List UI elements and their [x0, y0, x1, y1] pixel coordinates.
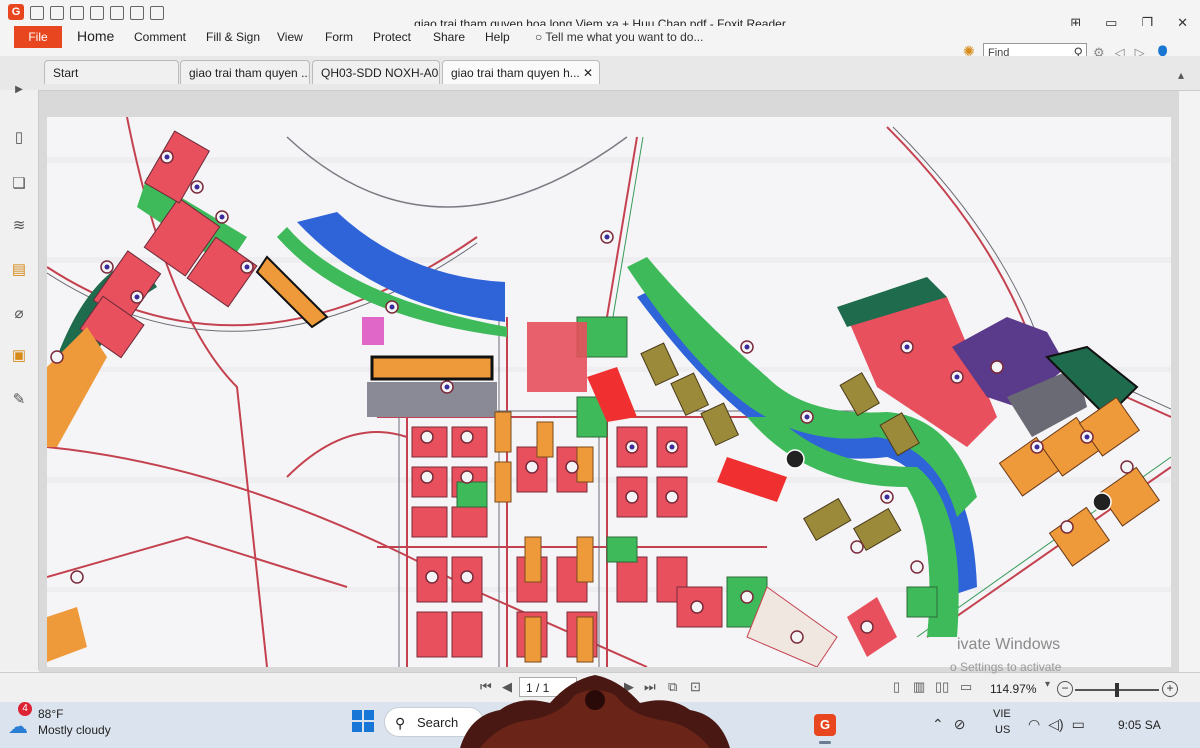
- single-page-view-icon[interactable]: ▯: [893, 679, 900, 695]
- highlight-marker-east: [1092, 492, 1112, 512]
- tab-label: QH03-SDD NOXH-A0-f...: [321, 66, 439, 80]
- tab-doc-2[interactable]: QH03-SDD NOXH-A0-f...: [312, 60, 440, 84]
- tab-doc-3[interactable]: giao trai tham quyen h... ✕: [442, 60, 600, 84]
- search-icon: ⚲: [395, 715, 406, 731]
- search-label: Search: [417, 715, 459, 730]
- collapse-ribbon-icon[interactable]: ▴: [1178, 68, 1184, 82]
- grey-plot: [367, 382, 497, 417]
- zoom-level[interactable]: 114.97%: [990, 682, 1036, 696]
- tab-start[interactable]: Start: [44, 60, 179, 84]
- pdf-page[interactable]: [47, 117, 1171, 667]
- lightbulb-icon: ○: [535, 30, 546, 44]
- tray-icons: ◠ ◁) ▭: [1028, 716, 1085, 733]
- tab-label: giao trai tham quyen ...: [189, 66, 310, 80]
- zoom-dropdown-icon[interactable]: ▾: [1045, 679, 1050, 690]
- pink-mixed: [527, 322, 587, 392]
- facing-view-icon[interactable]: ▯▯: [935, 679, 949, 695]
- battery-icon[interactable]: ▭: [1072, 716, 1085, 733]
- wifi-icon[interactable]: ◠: [1028, 716, 1040, 733]
- security-icon[interactable]: ▣: [10, 346, 28, 364]
- close-tab-icon[interactable]: ✕: [583, 61, 593, 84]
- attachment-icon[interactable]: ⌀: [10, 304, 28, 322]
- activation-watermark: ivate Windows: [957, 636, 1061, 653]
- menu-help[interactable]: Help: [485, 30, 510, 44]
- title-bar: G giao trai tham quyen hoa long Viem xa …: [0, 0, 1200, 31]
- zoom-slider-thumb[interactable]: [1115, 683, 1119, 697]
- activation-watermark-sub: o Settings to activate: [950, 660, 1062, 674]
- weather-badge: 4: [18, 702, 32, 716]
- input-language[interactable]: VIE: [993, 708, 1011, 720]
- menu-share[interactable]: Share: [433, 30, 465, 44]
- file-menu-button[interactable]: File: [14, 26, 62, 48]
- highlight-marker: [785, 449, 805, 469]
- comments-icon[interactable]: ▤: [10, 260, 28, 278]
- system-tray: ⌃ ⊘: [932, 716, 995, 733]
- chevron-up-icon[interactable]: ⌃: [932, 716, 944, 733]
- tell-me-search[interactable]: ○ Tell me what you want to do...: [535, 30, 703, 44]
- outlined-plot: [370, 355, 494, 381]
- bookmark-icon[interactable]: ▯: [10, 128, 28, 146]
- input-region[interactable]: US: [995, 724, 1010, 736]
- menu-home[interactable]: Home: [77, 28, 114, 44]
- meet-now-icon[interactable]: ⊘: [954, 716, 966, 733]
- pages-icon[interactable]: ❏: [10, 174, 28, 192]
- foreground-carving: [460, 675, 730, 748]
- clock[interactable]: 9:05 SA: [1118, 718, 1161, 732]
- tell-me-text: Tell me what you want to do...: [545, 30, 704, 44]
- left-navigation-panel: ▶ ▯ ❏ ≋ ▤ ⌀ ▣ ✎: [0, 84, 39, 670]
- tab-doc-1[interactable]: giao trai tham quyen ...: [180, 60, 310, 84]
- document-view[interactable]: [39, 91, 1179, 675]
- zoom-out-button[interactable]: −: [1057, 681, 1073, 697]
- screen: G giao trai tham quyen hoa long Viem xa …: [0, 0, 1200, 748]
- menu-form[interactable]: Form: [325, 30, 353, 44]
- menu-comment[interactable]: Comment: [134, 30, 186, 44]
- weather-condition[interactable]: Mostly cloudy: [38, 723, 111, 737]
- windows-start-button[interactable]: [352, 710, 374, 732]
- menu-view[interactable]: View: [277, 30, 303, 44]
- tab-label: Start: [53, 66, 79, 80]
- cloud-icon[interactable]: ☁: [8, 714, 28, 739]
- volume-icon[interactable]: ◁): [1048, 716, 1063, 733]
- tab-label: giao trai tham quyen h...: [451, 66, 580, 80]
- zoom-in-button[interactable]: +: [1162, 681, 1178, 697]
- document-tabs: Start giao trai tham quyen ... QH03-SDD …: [0, 56, 1200, 91]
- pink-plot: [362, 317, 384, 345]
- layers-icon[interactable]: ≋: [10, 216, 28, 234]
- ribbon-menu: File Home Comment Fill & Sign View Form …: [0, 26, 1200, 63]
- signature-icon[interactable]: ✎: [10, 390, 28, 408]
- urban-planning-map: [47, 117, 1171, 667]
- foxit-taskbar-icon[interactable]: G: [814, 714, 836, 744]
- menu-protect[interactable]: Protect: [373, 30, 411, 44]
- continuous-view-icon[interactable]: ▥: [913, 679, 925, 695]
- cover-view-icon[interactable]: ▭: [960, 679, 972, 695]
- menu-fill-sign[interactable]: Fill & Sign: [206, 30, 260, 44]
- temperature[interactable]: 88°F: [38, 707, 63, 721]
- expand-panel-icon[interactable]: ▶: [10, 80, 28, 98]
